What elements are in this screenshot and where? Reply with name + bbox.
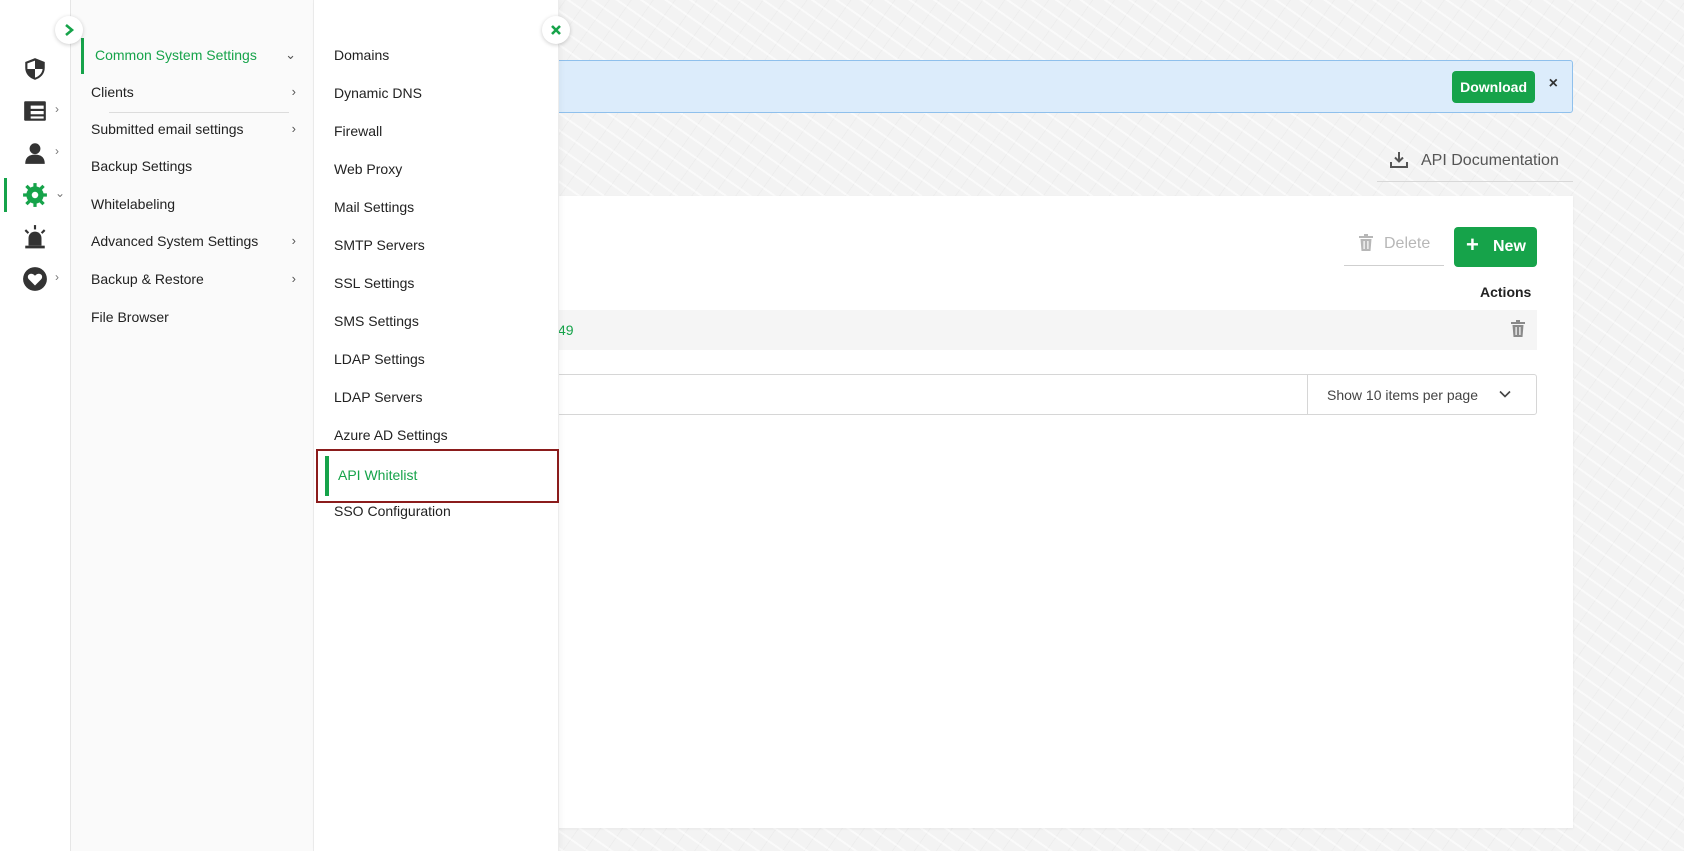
chevron-right-icon: › — [55, 102, 59, 116]
settings-menu: Common System Settings ⌄ Clients › Submi… — [71, 0, 314, 851]
chevron-right-icon — [65, 24, 75, 36]
submenu-item-domains[interactable]: Domains — [314, 37, 559, 75]
submenu-item-smtp-servers[interactable]: SMTP Servers — [314, 227, 559, 265]
submenu-item-sso-configuration[interactable]: SSO Configuration — [314, 493, 559, 531]
submenu-item-label: SMTP Servers — [334, 237, 425, 253]
delete-label: Delete — [1384, 235, 1431, 252]
gear-icon — [23, 183, 47, 207]
menu-item-label: Backup Settings — [91, 158, 193, 174]
new-button[interactable]: + New — [1454, 227, 1537, 267]
rail-item-alarms[interactable] — [0, 216, 71, 256]
actions-column-header: Actions — [1480, 284, 1532, 300]
chevron-right-icon: › — [291, 233, 296, 248]
chevron-right-icon: › — [291, 121, 296, 136]
submenu-item-ldap-servers[interactable]: LDAP Servers — [314, 379, 559, 417]
menu-item-label: Submitted email settings — [91, 121, 244, 137]
close-icon[interactable]: × — [1549, 75, 1558, 93]
shield-icon — [25, 58, 45, 80]
expand-sidebar-button[interactable] — [55, 16, 83, 44]
trash-icon — [1359, 234, 1373, 251]
submenu-item-dynamic-dns[interactable]: Dynamic DNS — [314, 75, 559, 113]
alarm-icon — [24, 225, 46, 249]
submenu-item-label: Firewall — [334, 123, 383, 139]
api-documentation-label: API Documentation — [1421, 152, 1559, 169]
menu-item-file-browser[interactable]: File Browser — [71, 300, 314, 336]
menu-item-label: Backup & Restore — [91, 271, 204, 287]
chevron-right-icon: › — [291, 271, 296, 286]
submenu-item-label: Web Proxy — [334, 161, 403, 177]
delete-button[interactable]: Delete — [1344, 226, 1444, 266]
menu-item-backup-settings[interactable]: Backup Settings — [71, 149, 314, 185]
chevron-down-icon: ⌄ — [285, 47, 296, 62]
submenu-item-ssl-settings[interactable]: SSL Settings — [314, 265, 559, 303]
chevron-down-icon — [1499, 390, 1511, 398]
api-documentation-link[interactable]: API Documentation — [1377, 146, 1573, 182]
heart-icon — [23, 267, 47, 291]
chevron-right-icon: › — [291, 84, 296, 99]
menu-item-clients[interactable]: Clients › — [71, 75, 314, 111]
rail-item-users[interactable]: › — [0, 132, 71, 172]
submenu-item-label: SSO Configuration — [334, 503, 451, 519]
submenu-item-label: Mail Settings — [334, 199, 415, 215]
trash-icon[interactable] — [1510, 320, 1526, 338]
submenu-item-label: SSL Settings — [334, 275, 415, 291]
menu-item-label: File Browser — [91, 309, 169, 325]
menu-item-label: Clients — [91, 84, 134, 100]
api-whitelist-card: Delete + New Actions 49 Show 10 items pe… — [500, 196, 1573, 828]
table-row[interactable]: 49 — [520, 310, 1537, 350]
submenu-item-label: Azure AD Settings — [334, 427, 448, 443]
close-menu-button[interactable] — [542, 16, 570, 44]
icon-rail: › › ⌄ › — [0, 0, 71, 851]
menu-item-backup-restore[interactable]: Backup & Restore › — [71, 262, 314, 298]
menu-item-label: Advanced System Settings — [91, 233, 259, 249]
rail-item-dashboard[interactable]: › — [0, 90, 71, 130]
menu-item-whitelabeling[interactable]: Whitelabeling — [71, 187, 314, 223]
new-label: New — [1493, 238, 1526, 255]
menu-item-label: Common System Settings — [95, 47, 257, 63]
plus-icon: + — [1466, 232, 1479, 257]
submenu-item-mail-settings[interactable]: Mail Settings — [314, 189, 559, 227]
close-icon — [551, 25, 561, 35]
download-icon — [1390, 152, 1408, 168]
menu-item-label: Whitelabeling — [91, 196, 176, 212]
chevron-right-icon: › — [55, 144, 59, 158]
rail-item-health[interactable]: › — [0, 258, 71, 298]
submenu-item-web-proxy[interactable]: Web Proxy — [314, 151, 559, 189]
user-icon — [25, 143, 45, 164]
common-settings-submenu: Domains Dynamic DNS Firewall Web Proxy M… — [314, 0, 559, 851]
submenu-item-sms-settings[interactable]: SMS Settings — [314, 303, 559, 341]
submenu-item-label: LDAP Servers — [334, 389, 423, 405]
info-banner: Download × — [500, 60, 1573, 113]
submenu-item-label: Dynamic DNS — [334, 85, 422, 101]
menu-item-common-system-settings[interactable]: Common System Settings ⌄ — [71, 38, 314, 74]
submenu-item-label: LDAP Settings — [334, 351, 425, 367]
submenu-item-label: API Whitelist — [338, 467, 418, 483]
table-cell: 49 — [558, 322, 574, 338]
items-per-page-select[interactable]: Show 10 items per page — [1307, 375, 1536, 414]
submenu-item-label: SMS Settings — [334, 313, 419, 329]
items-per-page-label: Show 10 items per page — [1327, 387, 1478, 403]
pagination-bar: Show 10 items per page — [520, 374, 1537, 415]
menu-item-advanced-system-settings[interactable]: Advanced System Settings › — [71, 224, 314, 260]
rail-item-security[interactable] — [0, 48, 71, 88]
submenu-item-label: Domains — [334, 47, 390, 63]
download-button[interactable]: Download — [1452, 71, 1535, 103]
submenu-item-ldap-settings[interactable]: LDAP Settings — [314, 341, 559, 379]
chevron-right-icon: › — [55, 270, 59, 284]
submenu-item-firewall[interactable]: Firewall — [314, 113, 559, 151]
menu-item-submitted-email-settings[interactable]: Submitted email settings › — [71, 112, 314, 148]
chevron-down-icon: ⌄ — [55, 186, 66, 200]
dashboard-icon — [24, 101, 46, 121]
rail-item-settings[interactable]: ⌄ — [0, 174, 71, 214]
